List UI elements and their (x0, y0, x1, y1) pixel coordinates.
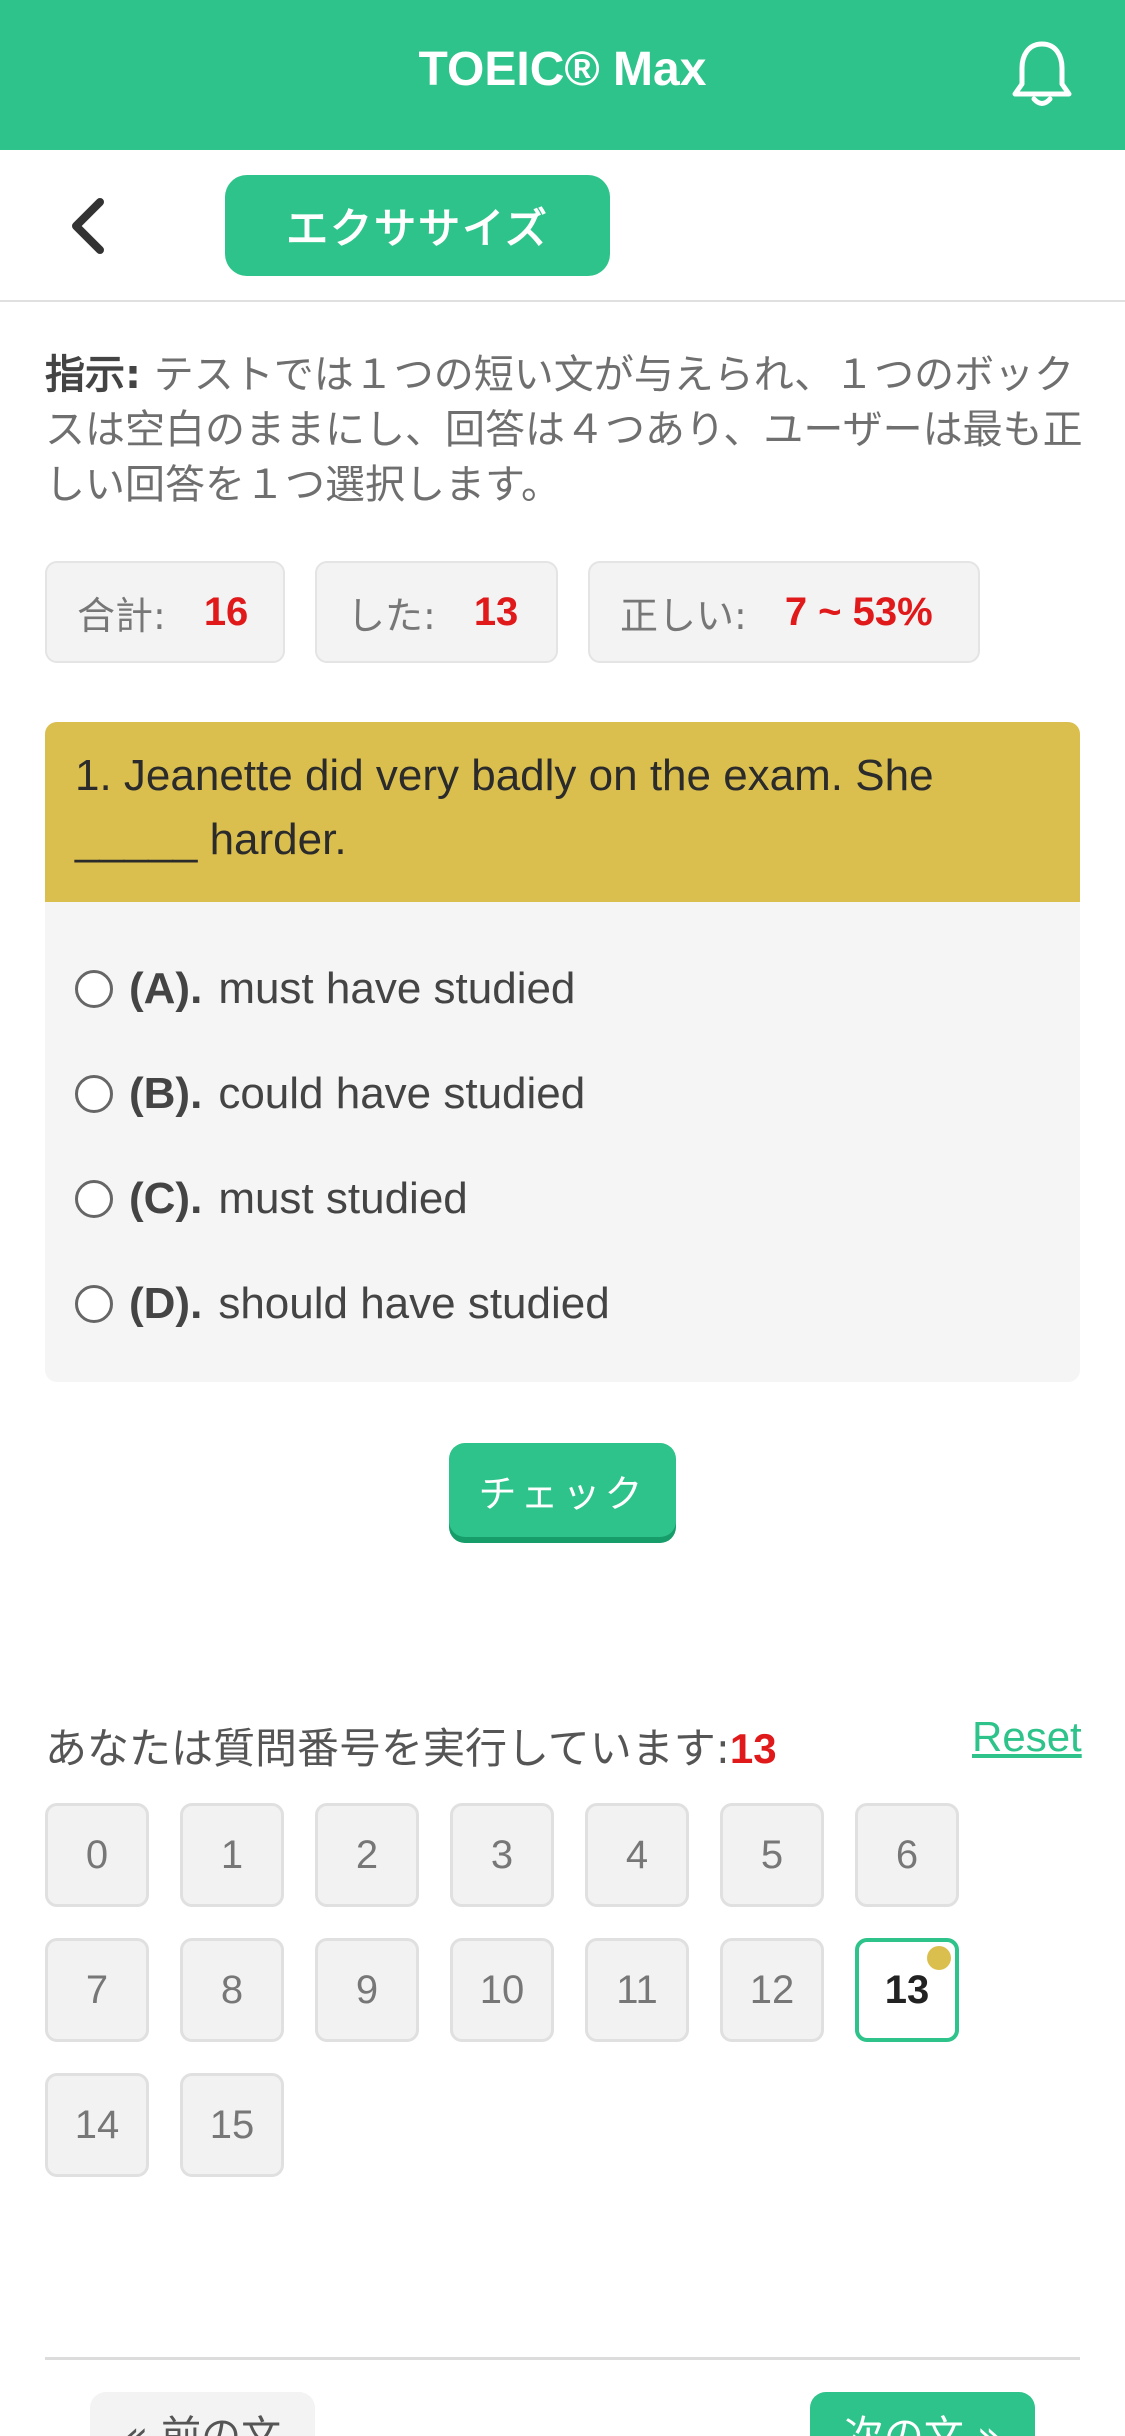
question-number-button[interactable]: 11 (585, 1938, 689, 2042)
instruction-text: 指示: テストでは１つの短い文が与えられ、１つのボックスは空白のままにし、回答は… (45, 348, 1085, 513)
option-label: (B). (129, 1069, 203, 1118)
question-number-button-current[interactable]: 13 (855, 1938, 959, 2042)
app-title: TOEIC® Max (418, 43, 707, 96)
stat-done-value: 13 (473, 589, 519, 634)
current-indicator-dot (927, 1946, 951, 1970)
radio-button[interactable] (75, 1285, 113, 1323)
option-text: must have studied (218, 964, 576, 1013)
question-number-button[interactable]: 1 (180, 1803, 284, 1907)
option-c[interactable]: (C). must studied (75, 1164, 468, 1234)
progress-label-text: あなたは質問番号を実行しています: (45, 1724, 730, 1773)
question-number-button[interactable]: 8 (180, 1938, 284, 2042)
instruction-body: テストでは１つの短い文が与えられ、１つのボックスは空白のままにし、回答は４つあり… (45, 352, 1083, 508)
radio-button[interactable] (75, 970, 113, 1008)
progress-current-number: 13 (729, 1725, 777, 1772)
divider (45, 2357, 1080, 2360)
next-sentence-button[interactable]: 次の文 » (810, 2392, 1035, 2436)
option-text: should have studied (218, 1279, 610, 1328)
option-text: could have studied (218, 1069, 586, 1118)
question-number-button[interactable]: 15 (180, 2073, 284, 2177)
question-number-button[interactable]: 6 (855, 1803, 959, 1907)
stat-total: 合計: 16 (45, 561, 285, 663)
top-app-bar: TOEIC® Max (0, 0, 1125, 150)
question-number-button[interactable]: 0 (45, 1803, 149, 1907)
option-b[interactable]: (B). could have studied (75, 1059, 585, 1129)
instruction-prefix: 指示: (45, 352, 141, 398)
radio-button[interactable] (75, 1075, 113, 1113)
question-number-button[interactable]: 2 (315, 1803, 419, 1907)
question-number-label: 13 (884, 1967, 930, 2012)
option-label: (A). (129, 964, 203, 1013)
reset-link[interactable]: Reset (972, 1713, 1082, 1761)
stat-done-label: した: (347, 593, 436, 638)
stat-correct-label: 正しい: (620, 593, 747, 638)
stat-total-label: 合計: (77, 593, 166, 638)
back-chevron-icon[interactable] (60, 190, 120, 262)
question-text: 1. Jeanette did very badly on the exam. … (45, 722, 1080, 902)
question-number-button[interactable]: 9 (315, 1938, 419, 2042)
stat-done: した: 13 (315, 561, 558, 663)
question-number-button[interactable]: 4 (585, 1803, 689, 1907)
stat-correct-value: 7 ~ 53% (784, 589, 933, 634)
option-a[interactable]: (A). must have studied (75, 954, 575, 1024)
stat-correct: 正しい: 7 ~ 53% (588, 561, 980, 663)
question-number-button[interactable]: 5 (720, 1803, 824, 1907)
question-number-button[interactable]: 3 (450, 1803, 554, 1907)
exercise-tab-button[interactable]: エクササイズ (225, 175, 610, 276)
option-label: (C). (129, 1174, 203, 1223)
question-number-button[interactable]: 10 (450, 1938, 554, 2042)
option-d[interactable]: (D). should have studied (75, 1269, 610, 1339)
progress-label: あなたは質問番号を実行しています:13 (45, 1715, 777, 1776)
question-number-button[interactable]: 7 (45, 1938, 149, 2042)
question-number-button[interactable]: 14 (45, 2073, 149, 2177)
option-text: must studied (218, 1174, 468, 1223)
question-card: 1. Jeanette did very badly on the exam. … (45, 722, 1080, 1382)
question-number-button[interactable]: 12 (720, 1938, 824, 2042)
sub-header: エクササイズ (0, 150, 1125, 302)
previous-sentence-button[interactable]: « 前の文 (90, 2392, 315, 2436)
radio-button[interactable] (75, 1180, 113, 1218)
bell-icon[interactable] (1010, 38, 1074, 110)
stat-total-value: 16 (203, 589, 249, 634)
check-button[interactable]: チェック (449, 1443, 676, 1537)
option-label: (D). (129, 1279, 203, 1328)
